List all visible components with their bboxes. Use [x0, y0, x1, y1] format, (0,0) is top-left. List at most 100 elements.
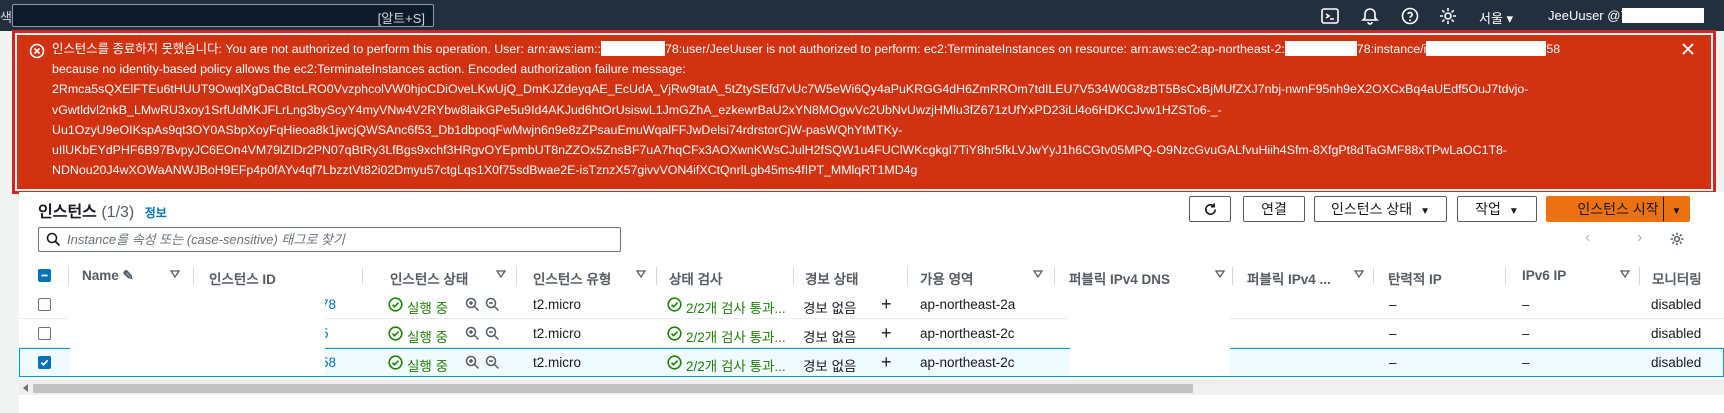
- redaction-mask: [1622, 8, 1705, 23]
- actions-label: 작업: [1475, 201, 1501, 217]
- filter-input[interactable]: [67, 230, 607, 249]
- instance-state: 실행 중: [407, 330, 449, 345]
- redaction-mask: [600, 41, 665, 56]
- monitoring: disabled: [1651, 355, 1702, 370]
- caret-down-icon: ▼: [1420, 206, 1431, 217]
- column-header-ipv6[interactable]: IPv6 IP: [1522, 268, 1566, 283]
- scroll-left-icon[interactable]: [23, 384, 28, 392]
- row-checkbox[interactable]: [38, 327, 51, 340]
- encoded-message-line: 2Rmca5sQXElFTEu6tHUUT9OwqlXgDaCBtcLRO0Vv…: [52, 82, 1529, 97]
- next-page-icon[interactable]: ›: [1637, 229, 1642, 247]
- error-text: 78:instance/i: [1356, 42, 1427, 56]
- elastic-ip: –: [1389, 297, 1397, 312]
- running-check-icon: [388, 297, 403, 312]
- ipv6-ip: –: [1522, 297, 1530, 312]
- table-settings-icon[interactable]: [1669, 231, 1685, 247]
- global-search-input[interactable]: [알트+S]: [12, 4, 434, 27]
- search-shortcut-hint: [알트+S]: [377, 11, 425, 26]
- encoded-message-line: uIlUKbEYdPHF6B97BvpyJC6EOn4VM79lZIDr2PN0…: [52, 143, 1508, 158]
- plus-icon[interactable]: +: [881, 295, 892, 313]
- running-check-icon: [388, 355, 403, 370]
- selection-count: (1/3): [101, 204, 135, 221]
- scrollbar-thumb[interactable]: [33, 384, 1193, 393]
- zoom-out-icon[interactable]: [485, 326, 500, 341]
- ipv6-ip: –: [1522, 355, 1530, 370]
- error-icon: [29, 43, 45, 59]
- gear-icon[interactable]: [1438, 6, 1458, 26]
- zoom-in-icon[interactable]: [465, 326, 480, 341]
- sort-caret-icon[interactable]: [1033, 270, 1043, 278]
- encoded-message-line: Uu1OzyU9eOIKspAs9qt3OY0ASbpXoyFqHieoa8k1…: [52, 122, 903, 137]
- help-icon[interactable]: [1400, 6, 1420, 26]
- running-check-icon: [388, 326, 403, 341]
- error-text: 58: [1546, 42, 1561, 56]
- zoom-out-icon[interactable]: [485, 297, 500, 312]
- info-link[interactable]: 정보: [145, 206, 167, 220]
- availability-zone: ap-northeast-2c: [920, 355, 1015, 370]
- horizontal-scrollbar[interactable]: [19, 380, 1724, 395]
- zoom-in-icon[interactable]: [465, 297, 480, 312]
- column-header-monitoring[interactable]: 모니터링: [1652, 268, 1702, 288]
- elastic-ip: –: [1389, 355, 1397, 370]
- column-header-instance-id[interactable]: 인스턴스 ID: [209, 268, 276, 288]
- refresh-button[interactable]: [1189, 196, 1231, 222]
- column-header-az[interactable]: 가용 영역: [920, 268, 973, 288]
- error-message-line: 인스턴스를 종료하지 못했습니다: You are not authorized…: [52, 39, 1672, 59]
- column-header-type[interactable]: 인스턴스 유형: [533, 268, 611, 288]
- zoom-in-icon[interactable]: [465, 355, 480, 370]
- redaction-mask: [1284, 41, 1357, 56]
- column-header-alarm[interactable]: 경보 상태: [805, 268, 858, 288]
- actions-dropdown[interactable]: 작업 ▼: [1457, 196, 1537, 222]
- error-message-line: because no identity-based policy allows …: [52, 62, 686, 77]
- search-icon: [46, 232, 61, 247]
- row-checkbox[interactable]: [38, 298, 51, 311]
- instance-state-dropdown[interactable]: 인스턴스 상태 ▼: [1314, 196, 1447, 222]
- sort-caret-icon[interactable]: [170, 270, 180, 278]
- edit-icon: ✎: [122, 268, 134, 283]
- column-label: Name: [82, 268, 119, 283]
- top-navigation: 색 [알트+S] 서울 ▾ JeeUuser @78 ▾: [0, 0, 1724, 31]
- sort-caret-icon[interactable]: [1215, 270, 1225, 278]
- region-selector[interactable]: 서울 ▾: [1479, 8, 1513, 27]
- instance-type: t2.micro: [533, 355, 582, 370]
- sort-caret-icon[interactable]: [496, 270, 506, 278]
- connect-label: 연결: [1261, 201, 1287, 217]
- plus-icon[interactable]: +: [881, 353, 892, 371]
- account-menu[interactable]: JeeUuser @78 ▾: [1548, 8, 1705, 24]
- select-all-checkbox[interactable]: [38, 269, 51, 282]
- sort-caret-icon[interactable]: [1620, 270, 1630, 278]
- column-header-public-dns[interactable]: 퍼블릭 IPv4 DNS: [1069, 268, 1170, 288]
- redaction-mask: [1070, 292, 1230, 376]
- monitoring: disabled: [1651, 326, 1702, 341]
- table-header: Name ✎ 인스턴스 ID 인스턴스 상태 인스턴스 유형 상태 검사 경보 …: [19, 261, 1724, 291]
- monitoring: disabled: [1651, 297, 1702, 312]
- column-header-elastic-ip[interactable]: 탄력적 IP: [1388, 268, 1442, 288]
- zoom-out-icon[interactable]: [485, 355, 500, 370]
- prev-page-icon[interactable]: ‹: [1585, 229, 1590, 247]
- cloudshell-icon[interactable]: [1320, 6, 1340, 26]
- status-check[interactable]: 2/2개 검사 통과...: [686, 326, 786, 346]
- status-check[interactable]: 2/2개 검사 통과...: [686, 297, 786, 317]
- sort-caret-icon[interactable]: [636, 270, 646, 278]
- instance-state-label: 인스턴스 상태: [1330, 201, 1413, 217]
- instance-state: 실행 중: [407, 359, 449, 374]
- alarm-status: 경보 없음: [803, 359, 857, 374]
- row-checkbox[interactable]: [38, 356, 51, 369]
- availability-zone: ap-northeast-2a: [920, 297, 1016, 312]
- sort-caret-icon[interactable]: [1354, 270, 1364, 278]
- status-check[interactable]: 2/2개 검사 통과...: [686, 355, 786, 375]
- close-icon[interactable]: [1679, 40, 1697, 58]
- connect-button[interactable]: 연결: [1243, 196, 1305, 222]
- column-header-status-check[interactable]: 상태 검사: [669, 268, 722, 288]
- instance-type: t2.micro: [533, 326, 582, 341]
- bell-icon[interactable]: [1360, 6, 1380, 26]
- column-header-public-ip[interactable]: 퍼블릭 IPv4 ...: [1247, 268, 1331, 288]
- column-header-state[interactable]: 인스턴스 상태: [390, 268, 468, 288]
- instance-filter[interactable]: [38, 227, 621, 252]
- column-header-name[interactable]: Name ✎: [82, 268, 134, 284]
- launch-dropdown-button[interactable]: ▼: [1663, 196, 1690, 222]
- refresh-icon: [1204, 203, 1216, 215]
- plus-icon[interactable]: +: [881, 324, 892, 342]
- launch-label: 인스턴스 시작: [1577, 201, 1659, 217]
- page-title: 인스턴스 (1/3) 정보: [38, 198, 167, 222]
